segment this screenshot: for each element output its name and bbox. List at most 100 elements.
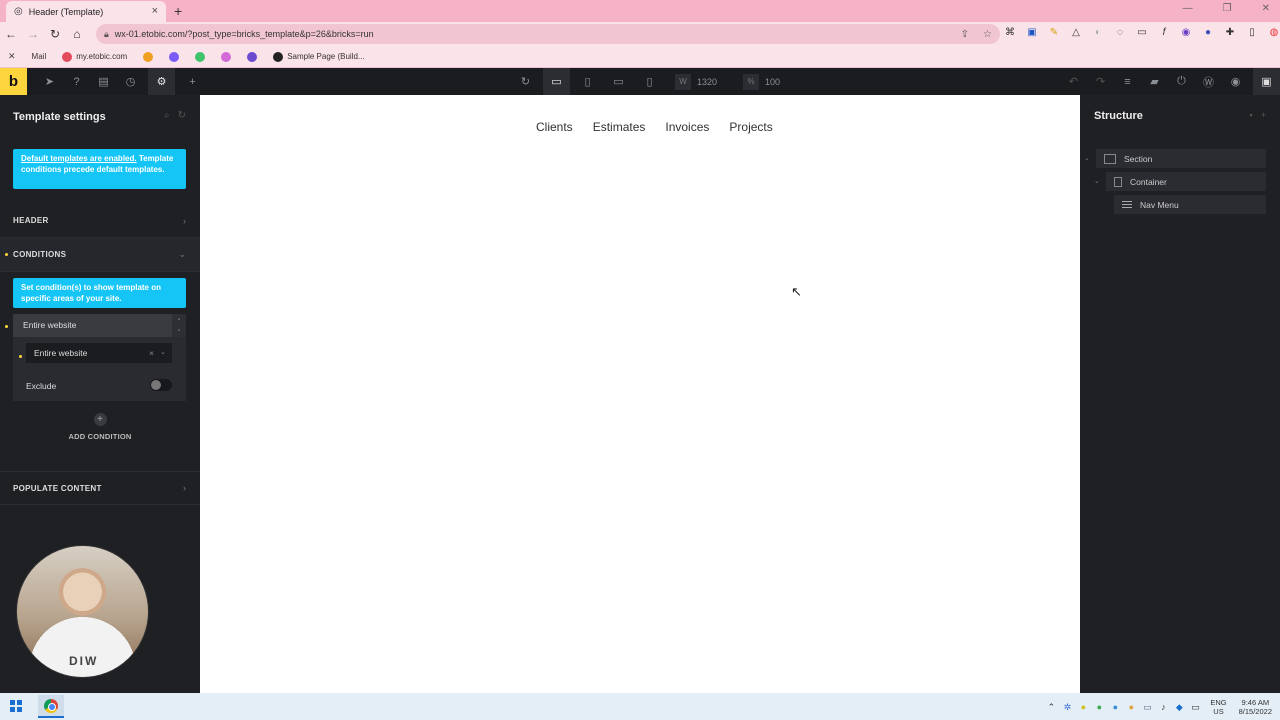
extension-icon[interactable]: ◌ <box>1112 25 1128 41</box>
tray-app-icon[interactable]: ▭ <box>1142 702 1152 712</box>
puzzle-icon[interactable]: ✚ <box>1222 25 1238 41</box>
omnibox[interactable]: 🔒︎ wx-01.etobic.com/?post_type=bricks_te… <box>96 24 1000 44</box>
history-icon[interactable]: ◷ <box>121 68 140 95</box>
tray-app-icon[interactable]: ● <box>1094 702 1104 712</box>
wordpress-icon[interactable]: Ⓦ <box>1199 68 1218 95</box>
network-icon[interactable]: ▭ <box>1190 702 1200 712</box>
width-field[interactable]: W 1320 <box>675 73 731 90</box>
close-icon[interactable]: × <box>152 6 158 17</box>
chrome-taskbar-button[interactable] <box>38 695 64 718</box>
search-icon[interactable]: ⌕ <box>164 110 170 121</box>
undo-icon[interactable]: ↶ <box>1064 68 1083 95</box>
extension-icon[interactable]: ✎ <box>1046 25 1062 41</box>
refresh-icon[interactable]: ↻ <box>512 68 539 95</box>
bookmark-etobic[interactable]: my.etobic.com <box>62 51 127 62</box>
builder-canvas[interactable]: Clients Estimates Invoices Projects ↖ <box>200 95 1080 693</box>
trash-icon[interactable]: ▪ <box>1250 110 1253 120</box>
nav-link-invoices[interactable]: Invoices <box>665 120 709 134</box>
chevron-down-icon[interactable]: ⌄ <box>160 343 166 363</box>
width-value[interactable]: 1320 <box>691 77 731 87</box>
extension-icon[interactable]: ◉ <box>1178 25 1194 41</box>
share-icon[interactable]: ⇪ <box>961 29 969 40</box>
extension-icon[interactable]: f <box>1156 25 1172 41</box>
nav-link-projects[interactable]: Projects <box>729 120 772 134</box>
windows-start-icon[interactable] <box>10 700 22 712</box>
zoom-field[interactable]: % 100 <box>743 73 799 90</box>
extension-icon[interactable]: ⌘ <box>1002 25 1018 41</box>
system-clock[interactable]: 9:46 AM 8/15/2022 <box>1239 698 1272 716</box>
add-icon[interactable]: + <box>1261 110 1266 120</box>
extension-icon[interactable]: ● <box>1200 25 1216 41</box>
bookmark-sample-page[interactable]: Sample Page (Build... <box>273 51 365 62</box>
tablet-landscape-icon[interactable]: ▭ <box>605 68 632 95</box>
structure-icon[interactable]: ≡ <box>1118 68 1137 95</box>
bookmark-icon[interactable] <box>195 51 206 62</box>
restore-icon[interactable]: ❐ <box>1223 3 1232 14</box>
structure-item-section[interactable]: Section <box>1096 149 1266 168</box>
browser-tab[interactable]: ◎ Header (Template) × <box>6 1 166 22</box>
nav-link-clients[interactable]: Clients <box>536 120 573 134</box>
help-icon[interactable]: ? <box>67 68 86 95</box>
extension-icon[interactable]: △ <box>1068 25 1084 41</box>
condition-title[interactable]: Entire website <box>13 314 172 337</box>
tray-app-icon[interactable]: ● <box>1110 702 1120 712</box>
tray-app-icon[interactable]: ✲ <box>1062 702 1072 712</box>
profile-icon[interactable]: ◍ <box>1266 25 1280 41</box>
add-icon[interactable]: + <box>183 68 202 95</box>
power-icon[interactable]: ⏻ <box>1172 68 1191 95</box>
populate-content-toggle[interactable]: POPULATE CONTENT › <box>0 471 200 505</box>
drag-icon[interactable]: ▪ <box>178 328 180 334</box>
notice-link[interactable]: Default templates are enabled. <box>21 154 137 163</box>
chevron-down-icon[interactable]: ⌄ <box>1094 177 1100 185</box>
save-icon[interactable]: ▣ <box>1253 68 1280 95</box>
forward-button[interactable]: → <box>22 27 44 41</box>
back-button[interactable]: ← <box>0 27 22 41</box>
clear-icon[interactable]: × <box>149 343 154 363</box>
header-section-toggle[interactable]: HEADER › <box>0 204 200 238</box>
redo-icon[interactable]: ↷ <box>1091 68 1110 95</box>
add-condition-button[interactable]: + ADD CONDITION <box>0 413 200 441</box>
reload-button[interactable]: ↻ <box>44 27 66 41</box>
structure-item-container[interactable]: Container <box>1106 172 1266 191</box>
chevron-up-icon[interactable]: ⌃ <box>1046 702 1056 712</box>
extension-icon[interactable]: ▭ <box>1134 25 1150 41</box>
apps-icon[interactable]: ✕ <box>8 51 16 62</box>
settings-gear-icon[interactable]: ⚙ <box>148 68 175 95</box>
exclude-toggle[interactable] <box>150 379 172 391</box>
condition-type-select[interactable]: Entire website × ⌄ <box>26 343 172 363</box>
bookmark-mail[interactable]: Mail <box>32 52 47 61</box>
volume-icon[interactable]: ♪ <box>1158 702 1168 712</box>
nav-link-estimates[interactable]: Estimates <box>593 120 646 134</box>
home-button[interactable]: ⌂ <box>66 27 88 41</box>
tablet-portrait-icon[interactable]: ▯ <box>574 68 601 95</box>
extension-icon[interactable]: ◐ <box>1090 25 1106 41</box>
folder-icon[interactable]: ▰ <box>1145 68 1164 95</box>
mobile-icon[interactable]: ▯ <box>636 68 663 95</box>
tray-app-icon[interactable]: ● <box>1078 702 1088 712</box>
bricks-logo[interactable]: b <box>0 68 27 95</box>
elements-icon[interactable]: ➤ <box>40 68 59 95</box>
structure-item-nav-menu[interactable]: Nav Menu <box>1114 195 1266 214</box>
reset-icon[interactable]: ↻ <box>178 110 186 121</box>
bookmark-icon[interactable] <box>247 51 258 62</box>
chevron-down-icon[interactable]: ⌄ <box>1084 154 1090 162</box>
zoom-value[interactable]: 100 <box>759 77 799 87</box>
star-icon[interactable]: ☆ <box>983 29 992 40</box>
preview-eye-icon[interactable]: ◉ <box>1226 68 1245 95</box>
sidebar-icon[interactable]: ▯ <box>1244 25 1260 41</box>
language-indicator[interactable]: ENG US <box>1210 698 1226 716</box>
minimize-icon[interactable]: — <box>1183 3 1193 14</box>
url-text[interactable]: wx-01.etobic.com/?post_type=bricks_templ… <box>115 29 955 39</box>
extension-icon[interactable]: ▣ <box>1024 25 1040 41</box>
pages-icon[interactable]: ▤ <box>94 68 113 95</box>
bookmark-icon[interactable] <box>221 51 232 62</box>
tray-app-icon[interactable]: ● <box>1126 702 1136 712</box>
new-tab-button[interactable]: + <box>174 3 182 19</box>
desktop-icon[interactable]: ▭ <box>543 68 570 95</box>
condition-reorder-handle[interactable]: ▪ ▪ <box>172 314 186 337</box>
close-window-icon[interactable]: ✕ <box>1262 3 1270 14</box>
trash-icon[interactable]: ▪ <box>178 317 180 323</box>
conditions-section-toggle[interactable]: CONDITIONS ⌄ <box>0 238 200 272</box>
bookmark-icon[interactable] <box>143 51 154 62</box>
bookmark-icon[interactable] <box>169 51 180 62</box>
